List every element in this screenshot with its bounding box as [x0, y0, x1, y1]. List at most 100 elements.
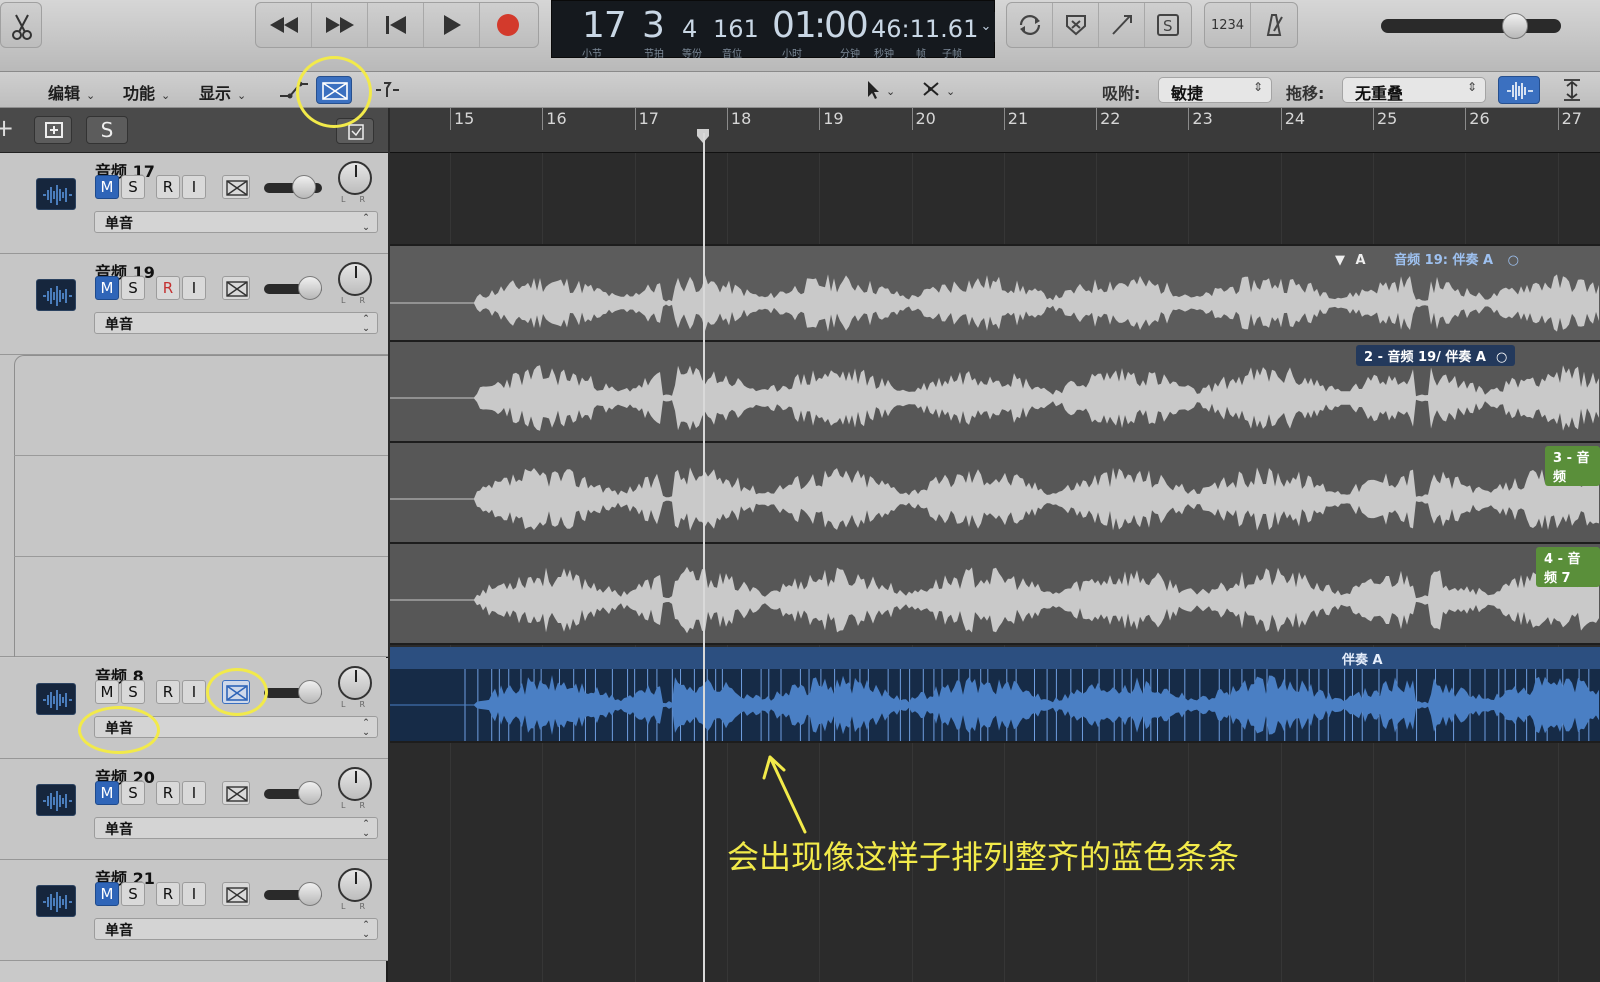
take-3-lane[interactable]: 3 - 音频	[390, 443, 1600, 544]
take-folder-header: ▼ A 音频 19: 伴奏 A ○	[1335, 249, 1519, 268]
volume-knob[interactable]	[298, 680, 322, 704]
flex-toggle-button[interactable]	[222, 882, 250, 906]
chevron-down-icon: ⌄	[161, 89, 171, 102]
playhead-line[interactable]	[703, 133, 705, 982]
mute-button[interactable]: M	[95, 276, 119, 300]
logic-pro-window: 17 3 4 161 01 : 00 46:11.61 小节 节拍 等份 音位 …	[0, 0, 1600, 982]
duplicate-track-button[interactable]	[34, 116, 72, 144]
take-folder-lanes-header	[0, 355, 388, 657]
view-menu[interactable]: 显示 ⌄	[199, 80, 246, 104]
functions-menu[interactable]: 功能 ⌄	[123, 80, 170, 104]
monophonic-popup[interactable]: 单音	[94, 918, 378, 940]
take-4-lane[interactable]: 4 - 音频 7	[390, 544, 1600, 645]
monophonic-popup[interactable]: 单音	[94, 312, 378, 334]
input-monitor-button[interactable]: I	[182, 680, 206, 704]
solo-button[interactable]: S	[121, 680, 145, 704]
mute-button[interactable]: M	[95, 680, 119, 704]
solo-button[interactable]: S	[121, 276, 145, 300]
flex-toggle-button[interactable]	[222, 276, 250, 300]
bar-ruler[interactable]: 15 16 17 18 19 20 21 22 23 24 25 26 27	[390, 108, 1600, 153]
track-volume-slider[interactable]	[264, 175, 322, 199]
take-folder-region[interactable]: ▼ A 音频 19: 伴奏 A ○	[390, 244, 1600, 342]
metronome-button[interactable]	[1251, 3, 1297, 47]
mute-button[interactable]: M	[95, 175, 119, 199]
chevron-down-icon: ⌄	[237, 89, 247, 102]
solo-button[interactable]: S	[121, 781, 145, 805]
go-to-start-button[interactable]	[368, 3, 424, 47]
take-lanes-bracket	[14, 355, 388, 657]
volume-knob[interactable]	[298, 882, 322, 906]
record-button[interactable]	[480, 3, 536, 47]
master-volume-slider[interactable]	[1381, 13, 1561, 39]
flex-audio-region[interactable]: 伴奏 A	[390, 647, 1600, 743]
track-header-audio20[interactable]: 音频 20 M S R I LR 单音	[0, 759, 388, 860]
highlight-circle-flex-button	[296, 56, 372, 128]
record-enable-button[interactable]: R	[156, 781, 180, 805]
ruler-bar-number: 18	[730, 109, 752, 128]
left-tool-menu[interactable]: ⌄	[854, 77, 904, 103]
fast-forward-button[interactable]	[312, 3, 368, 47]
play-button[interactable]	[424, 3, 480, 47]
flex-toggle-button[interactable]	[222, 781, 250, 805]
lcd-menu-chevron[interactable]: ⌄	[977, 12, 995, 42]
global-solo-button[interactable]: S	[86, 116, 128, 144]
pan-knob[interactable]	[338, 666, 372, 700]
pan-knob[interactable]	[338, 161, 372, 195]
ruler-bar-tick	[1557, 108, 1559, 130]
flex-toggle-button[interactable]	[222, 175, 250, 199]
record-enable-button[interactable]: R	[156, 276, 180, 300]
input-monitor-button[interactable]: I	[182, 276, 206, 300]
solo-mode-button[interactable]: S	[1145, 3, 1191, 47]
waveform-zoom-icon	[1507, 82, 1533, 100]
record-enable-button[interactable]: R	[156, 680, 180, 704]
pan-knob[interactable]	[338, 262, 372, 296]
scissors-icon	[12, 14, 32, 40]
mute-button[interactable]: M	[95, 882, 119, 906]
pan-knob[interactable]	[338, 767, 372, 801]
lcd-display[interactable]: 17 3 4 161 01 : 00 46:11.61 小节 节拍 等份 音位 …	[551, 0, 995, 60]
scissors-button[interactable]	[0, 2, 42, 48]
master-volume-knob[interactable]	[1502, 13, 1528, 39]
take-2-lane[interactable]: 2 - 音频 19/ 伴奏 A ○	[390, 342, 1600, 443]
pan-knob[interactable]	[338, 868, 372, 902]
highlight-circle-track-flex	[206, 668, 268, 716]
add-track-button[interactable]: +	[0, 116, 14, 142]
track-header-audio19[interactable]: 音频 19 M S R I LR 单音	[0, 254, 388, 355]
track-volume-slider[interactable]	[264, 276, 322, 300]
mute-button[interactable]: M	[95, 781, 119, 805]
cycle-button[interactable]	[1007, 3, 1053, 47]
arrange-toolbar: 编辑 ⌄ 功能 ⌄ 显示 ⌄ ⌄ ⌄ 吸附: 敏捷 ⇕ 拖移: 无重叠 ⇕	[0, 72, 1600, 108]
track-volume-slider[interactable]	[264, 882, 322, 906]
track-header-audio17[interactable]: 音频 17 M S R I LR 单音	[0, 153, 388, 254]
volume-knob[interactable]	[298, 781, 322, 805]
vertical-zoom-button[interactable]	[1552, 76, 1592, 104]
lcd-label-tick: 音位	[722, 49, 742, 60]
record-enable-button[interactable]: R	[156, 175, 180, 199]
waveform-zoom-button[interactable]	[1498, 76, 1540, 104]
drag-popup[interactable]: 无重叠 ⇕	[1342, 77, 1486, 103]
edit-menu[interactable]: 编辑 ⌄	[48, 80, 95, 104]
tuner-button[interactable]	[1099, 3, 1145, 47]
monophonic-popup[interactable]: 单音	[94, 817, 378, 839]
count-in-button[interactable]: 1234	[1205, 3, 1251, 47]
right-tool-menu[interactable]: ⌄	[914, 77, 964, 103]
record-enable-button[interactable]: R	[156, 882, 180, 906]
track-header-audio21[interactable]: 音频 21 M S R I LR 单音	[0, 860, 388, 961]
track-header-audio8[interactable]: 音频 8 M S R I LR 单音	[0, 658, 388, 759]
rewind-button[interactable]	[256, 3, 312, 47]
input-monitor-button[interactable]: I	[182, 882, 206, 906]
volume-knob[interactable]	[292, 175, 316, 199]
catch-button[interactable]	[372, 78, 402, 102]
input-monitor-button[interactable]: I	[182, 175, 206, 199]
volume-knob[interactable]	[298, 276, 322, 300]
solo-button[interactable]: S	[121, 175, 145, 199]
replace-button[interactable]	[1053, 3, 1099, 47]
input-monitor-button[interactable]: I	[182, 781, 206, 805]
track-volume-slider[interactable]	[264, 781, 322, 805]
count-in-group: 1234	[1204, 2, 1298, 48]
snap-popup[interactable]: 敏捷 ⇕	[1158, 77, 1272, 103]
track-volume-slider[interactable]	[264, 680, 322, 704]
monophonic-popup[interactable]: 单音	[94, 211, 378, 233]
highlight-circle-flex-mode	[78, 706, 160, 754]
solo-button[interactable]: S	[121, 882, 145, 906]
